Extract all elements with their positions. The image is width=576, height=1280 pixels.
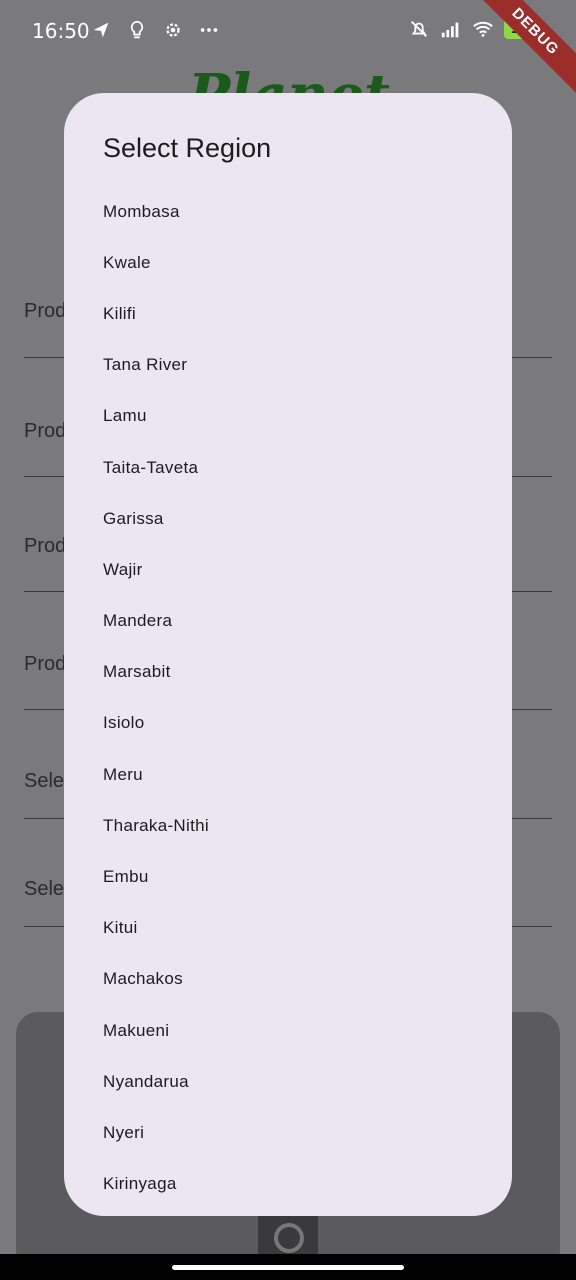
region-option-kwale[interactable]: Kwale — [64, 237, 512, 288]
region-option-lamu[interactable]: Lamu — [64, 391, 512, 442]
region-option-wajir[interactable]: Wajir — [64, 544, 512, 595]
region-option-machakos[interactable]: Machakos — [64, 954, 512, 1005]
region-option-marsabit[interactable]: Marsabit — [64, 647, 512, 698]
region-option-kirinyaga[interactable]: Kirinyaga — [64, 1159, 512, 1210]
settings-gear-icon — [166, 23, 180, 37]
more-dots-icon — [200, 28, 218, 32]
region-option-makueni[interactable]: Makueni — [64, 1005, 512, 1056]
region-option-kilifi[interactable]: Kilifi — [64, 288, 512, 339]
wifi-icon — [473, 21, 493, 37]
bulb-icon — [130, 20, 144, 39]
region-option-nyandarua[interactable]: Nyandarua — [64, 1056, 512, 1107]
region-option-garissa[interactable]: Garissa — [64, 493, 512, 544]
region-option-taita-taveta[interactable]: Taita-Taveta — [64, 442, 512, 493]
region-option-isiolo[interactable]: Isiolo — [64, 698, 512, 749]
region-option-meru[interactable]: Meru — [64, 749, 512, 800]
signal-icon — [441, 22, 459, 38]
region-list: Mombasa Kwale Kilifi Tana River Lamu Tai… — [64, 186, 512, 1210]
camera-ring-icon — [274, 1223, 304, 1253]
region-option-nyeri[interactable]: Nyeri — [64, 1107, 512, 1158]
select-region-dialog: Select Region Mombasa Kwale Kilifi Tana … — [64, 93, 512, 1216]
status-time: 16:50 — [32, 19, 90, 43]
region-option-embu[interactable]: Embu — [64, 851, 512, 902]
system-nav-bar — [0, 1254, 576, 1280]
region-option-mandera[interactable]: Mandera — [64, 596, 512, 647]
dialog-title: Select Region — [103, 133, 272, 163]
mute-bell-icon — [411, 21, 427, 37]
home-gesture-handle[interactable] — [172, 1265, 404, 1270]
region-option-mombasa[interactable]: Mombasa — [64, 186, 512, 237]
region-option-kitui[interactable]: Kitui — [64, 903, 512, 954]
location-arrow-icon — [93, 22, 109, 38]
region-option-tana-river[interactable]: Tana River — [64, 340, 512, 391]
status-bar: 16:50 100 — [0, 0, 576, 64]
region-option-tharaka-nithi[interactable]: Tharaka-Nithi — [64, 800, 512, 851]
